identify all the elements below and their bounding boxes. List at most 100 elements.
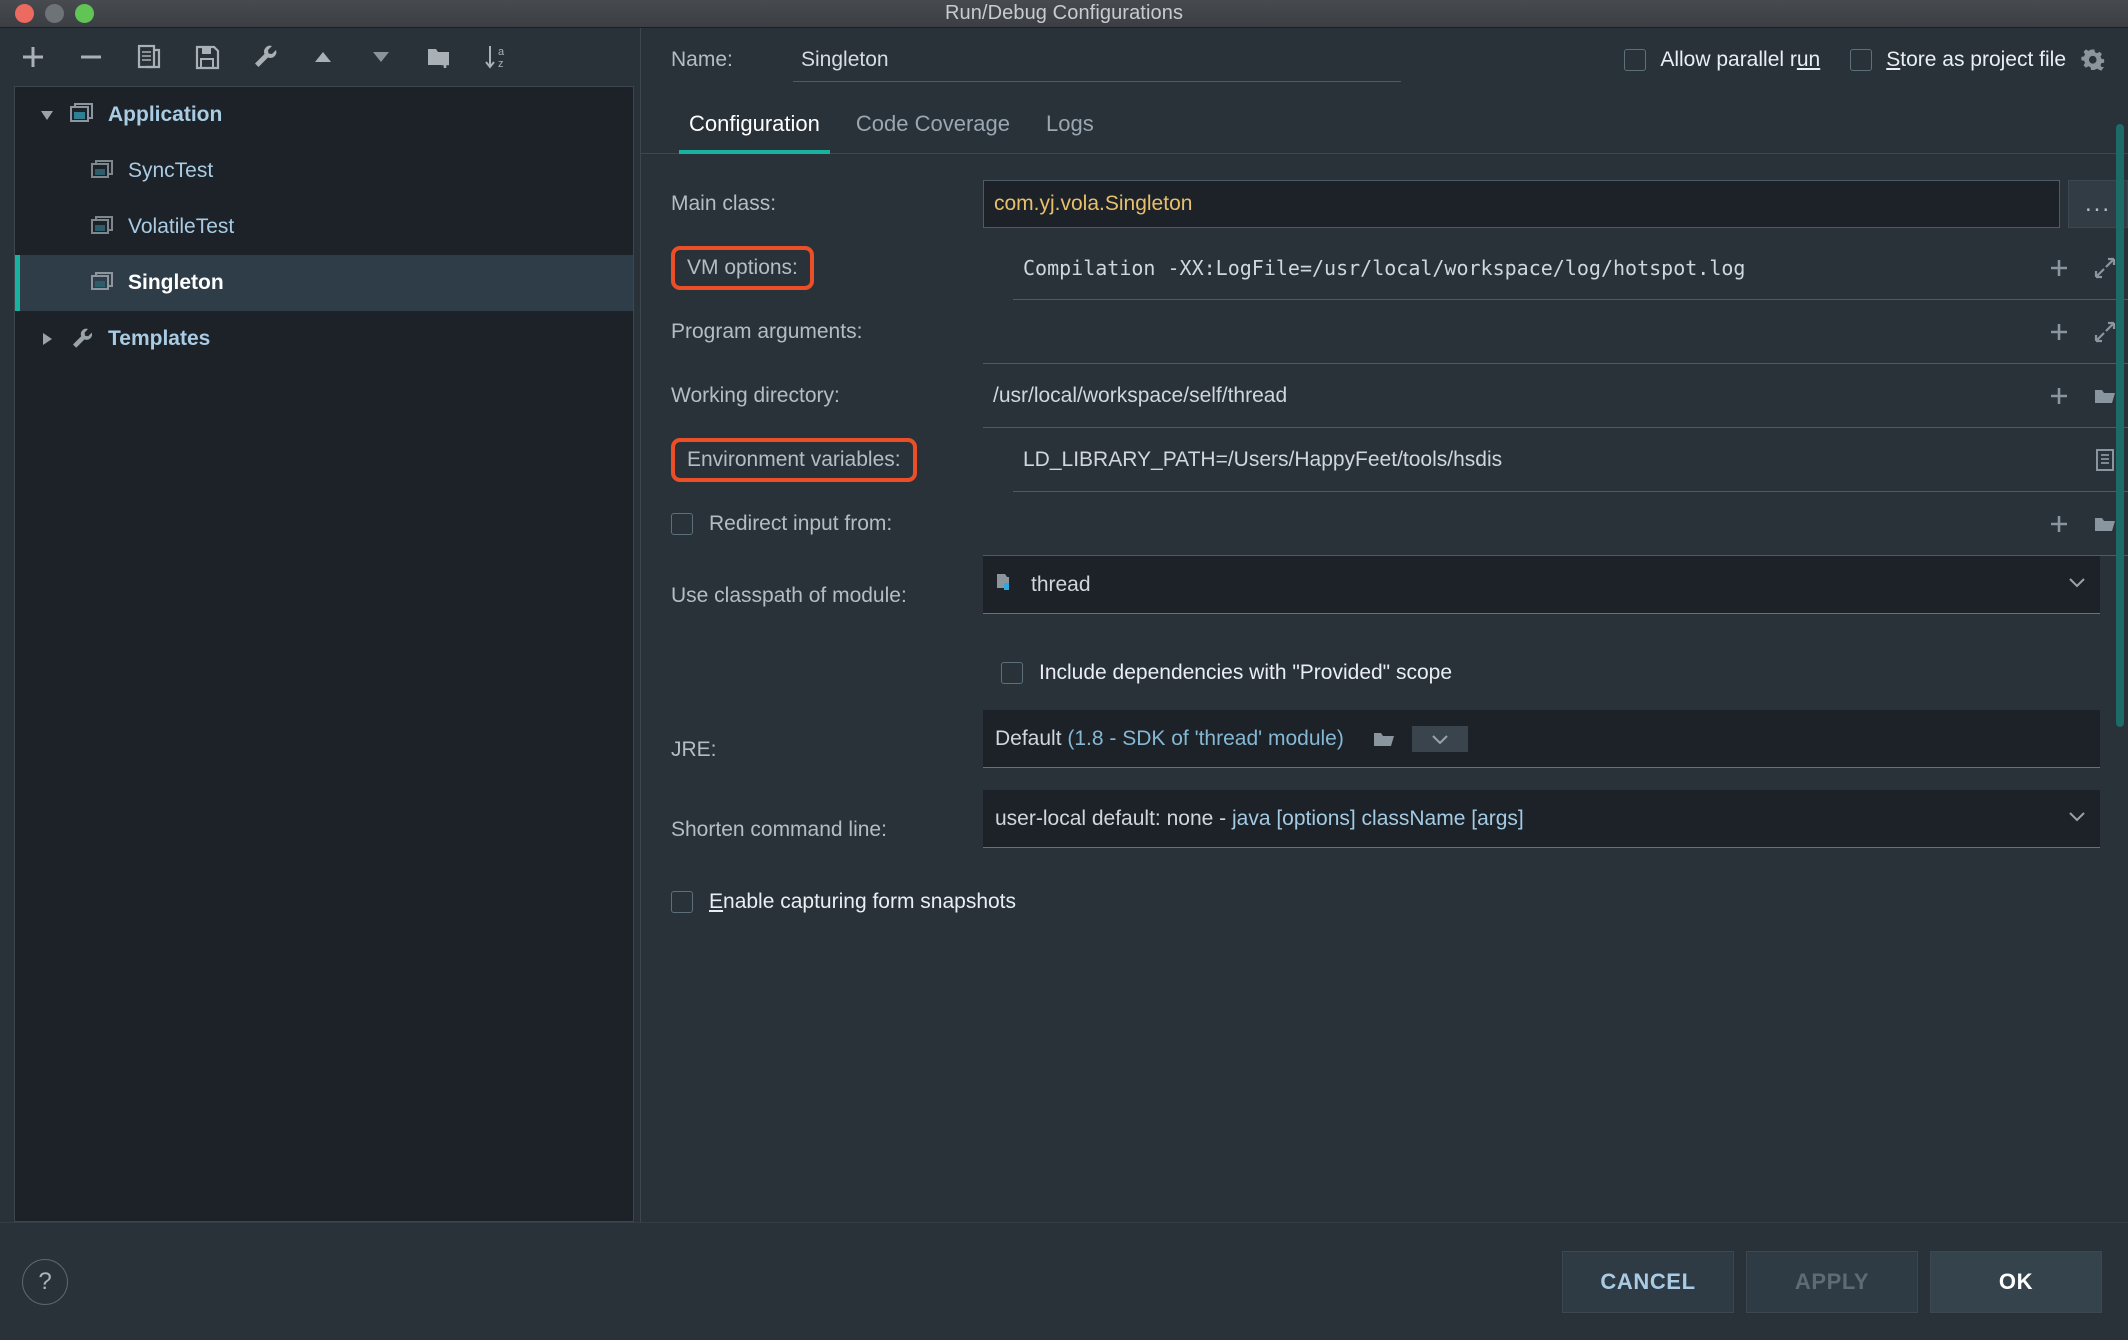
working-directory-input[interactable]: /usr/local/workspace/self/thread: [983, 364, 2036, 428]
redirect-input-checkbox[interactable]: Redirect input from:: [641, 492, 983, 556]
enable-capturing-label: Enable capturing form snapshots: [709, 890, 1017, 913]
redirect-input-add-macro-button[interactable]: [2036, 492, 2082, 555]
tree-item-synctest[interactable]: SyncTest: [15, 143, 633, 199]
move-up-button[interactable]: [304, 38, 342, 76]
tab-logs[interactable]: Logs: [1028, 111, 1112, 153]
triangle-up-icon: [309, 43, 337, 71]
copy-configuration-button[interactable]: [130, 38, 168, 76]
tree-item-templates[interactable]: Templates: [15, 311, 633, 367]
tree-item-application[interactable]: Application: [15, 87, 633, 143]
application-icon: [65, 102, 99, 128]
name-input[interactable]: Singleton: [793, 38, 1401, 82]
vm-options-input[interactable]: Compilation -XX:LogFile=/usr/local/works…: [1013, 236, 2036, 300]
tree-item-label: Templates: [108, 327, 211, 350]
save-icon: [193, 43, 221, 71]
checkbox-box[interactable]: [671, 891, 693, 913]
environment-variables-label: Environment variables:: [671, 438, 917, 482]
use-classpath-combobox[interactable]: thread: [983, 556, 2100, 614]
tree-item-volatiletest[interactable]: VolatileTest: [15, 199, 633, 255]
remove-configuration-button[interactable]: [72, 38, 110, 76]
tab-configuration[interactable]: Configuration: [671, 111, 838, 154]
environment-variables-row: Environment variables: LD_LIBRARY_PATH=/…: [641, 428, 2128, 492]
configurations-pane: a z Application SyncTest VolatileTest Si…: [0, 28, 640, 1222]
checkbox-box[interactable]: [671, 513, 693, 535]
checkbox-box[interactable]: [1624, 49, 1647, 71]
cancel-button[interactable]: CANCEL: [1562, 1250, 1734, 1313]
redirect-input-field[interactable]: [983, 492, 2036, 556]
tree-item-label: VolatileTest: [128, 215, 235, 238]
name-row: Name: Singleton Allow parallel run Store…: [641, 28, 2128, 92]
form-scrollbar[interactable]: [2114, 124, 2126, 1096]
add-configuration-button[interactable]: [14, 38, 52, 76]
enable-capturing-checkbox[interactable]: Enable capturing form snapshots: [671, 890, 1016, 914]
dialog-footer: ? CANCEL APPLY OK: [0, 1222, 2128, 1340]
configurations-tree[interactable]: Application SyncTest VolatileTest Single…: [14, 86, 634, 1222]
include-dependencies-label: Include dependencies with "Provided" sco…: [1039, 661, 1453, 684]
title-bar: Run/Debug Configurations: [0, 0, 2128, 28]
name-input-value: Singleton: [801, 47, 889, 71]
program-arguments-row: Program arguments:: [641, 300, 2128, 364]
tab-code-coverage[interactable]: Code Coverage: [838, 111, 1028, 153]
use-classpath-value: thread: [1031, 572, 1091, 596]
shorten-command-line-control: user-local default: none - java [options…: [983, 790, 2128, 870]
redirect-input-control: [983, 492, 2128, 556]
store-as-project-file-checkbox[interactable]: Store as project file: [1850, 47, 2106, 73]
include-dependencies-spacer: [641, 636, 983, 710]
edit-templates-button[interactable]: [246, 38, 284, 76]
checkbox-box[interactable]: [1001, 662, 1023, 684]
use-classpath-label: Use classpath of module:: [671, 584, 907, 607]
main-class-label: Main class:: [671, 192, 777, 215]
vm-options-add-macro-button[interactable]: [2036, 236, 2082, 299]
working-directory-row: Working directory: /usr/local/workspace/…: [641, 364, 2128, 428]
jre-browse-button[interactable]: [1356, 726, 1412, 752]
working-directory-value: /usr/local/workspace/self/thread: [993, 383, 1288, 407]
configuration-editor-pane: Name: Singleton Allow parallel run Store…: [640, 28, 2128, 1222]
help-button[interactable]: ?: [22, 1258, 68, 1305]
chevron-down-icon[interactable]: [2066, 571, 2088, 599]
chevron-down-icon[interactable]: [2066, 805, 2088, 833]
ok-button[interactable]: OK: [1930, 1250, 2102, 1313]
jre-dropdown-button[interactable]: [1411, 725, 1468, 752]
twisty-expanded-icon[interactable]: [29, 105, 65, 125]
allow-parallel-run-checkbox[interactable]: Allow parallel run: [1624, 48, 1820, 72]
program-arguments-add-macro-button[interactable]: [2036, 300, 2082, 363]
apply-button[interactable]: APPLY: [1746, 1250, 1918, 1313]
run-config-icon: [85, 270, 119, 296]
main-class-control: com.yj.vola.Singleton ...: [983, 172, 2128, 236]
sort-alphabetically-button[interactable]: a z: [478, 38, 516, 76]
jre-combobox[interactable]: Default (1.8 - SDK of 'thread' module): [983, 710, 2100, 768]
environment-variables-input[interactable]: LD_LIBRARY_PATH=/Users/HappyFeet/tools/h…: [1013, 428, 2082, 492]
working-directory-add-macro-button[interactable]: [2036, 364, 2082, 427]
shorten-command-line-combobox[interactable]: user-local default: none - java [options…: [983, 790, 2100, 848]
wrench-icon: [251, 43, 279, 71]
scrollbar-thumb[interactable]: [2116, 124, 2124, 727]
save-configuration-button[interactable]: [188, 38, 226, 76]
move-down-button[interactable]: [362, 38, 400, 76]
tree-item-label: Singleton: [128, 271, 224, 294]
gear-icon[interactable]: [2080, 47, 2106, 73]
tree-item-singleton[interactable]: Singleton: [15, 255, 633, 311]
checkbox-box[interactable]: [1850, 49, 1873, 71]
vm-options-value: Compilation -XX:LogFile=/usr/local/works…: [1023, 255, 1746, 280]
configurations-toolbar: a z: [0, 28, 640, 86]
svg-text:z: z: [498, 58, 504, 70]
twisty-collapsed-icon[interactable]: [29, 329, 65, 349]
program-arguments-input[interactable]: [983, 300, 2036, 364]
main-class-input[interactable]: com.yj.vola.Singleton: [983, 180, 2060, 228]
shorten-command-line-label: Shorten command line:: [671, 818, 887, 841]
include-dependencies-row: Include dependencies with "Provided" sco…: [641, 636, 2128, 710]
include-dependencies-control: Include dependencies with "Provided" sco…: [983, 636, 2128, 710]
module-icon: [995, 570, 1019, 600]
tree-item-label: SyncTest: [128, 159, 214, 182]
include-dependencies-checkbox[interactable]: Include dependencies with "Provided" sco…: [983, 636, 1452, 710]
vm-options-label: VM options:: [671, 246, 814, 290]
vm-options-control: Compilation -XX:LogFile=/usr/local/works…: [1013, 236, 2128, 300]
footer-buttons: CANCEL APPLY OK: [1562, 1250, 2102, 1313]
enable-capturing-row: Enable capturing form snapshots: [641, 870, 2128, 934]
main-class-value: com.yj.vola.Singleton: [994, 192, 1193, 215]
jre-label: JRE:: [671, 738, 717, 761]
jre-control: Default (1.8 - SDK of 'thread' module): [983, 710, 2128, 790]
tab-bar: Configuration Code Coverage Logs: [641, 92, 2128, 154]
working-directory-label: Working directory:: [671, 384, 840, 407]
new-folder-button[interactable]: [420, 38, 458, 76]
